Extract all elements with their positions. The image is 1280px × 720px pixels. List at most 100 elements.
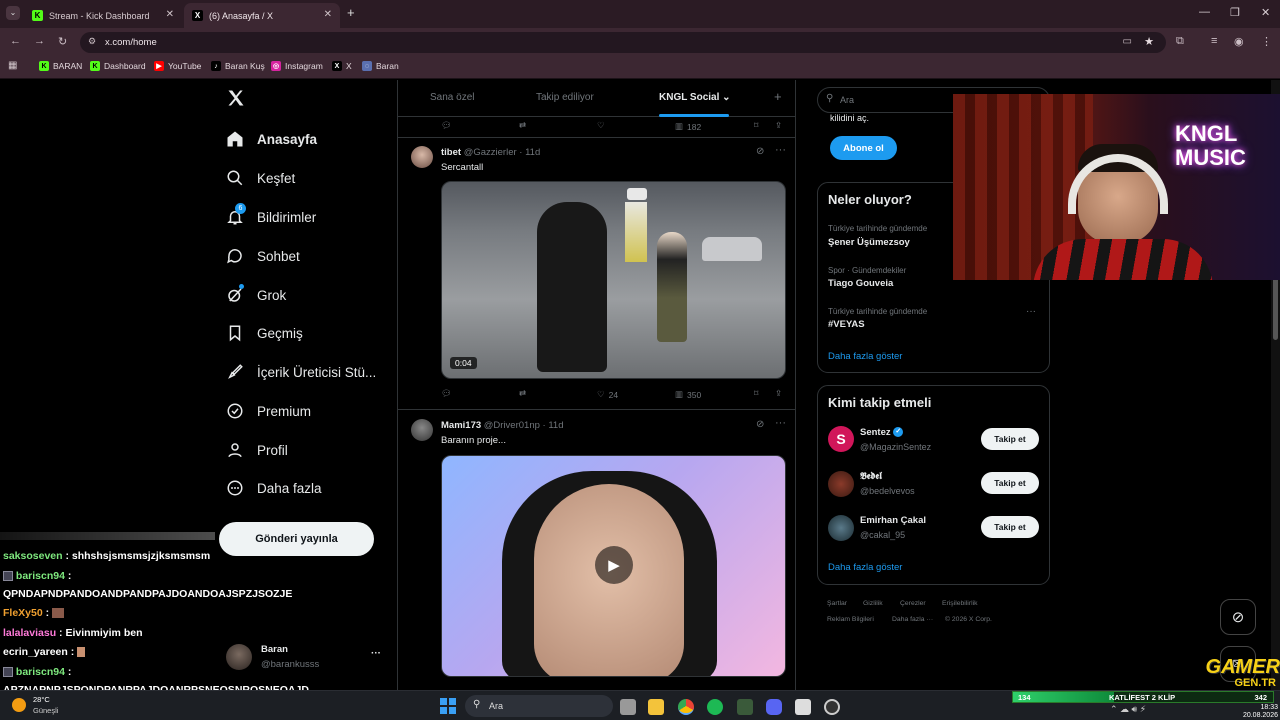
app-icon[interactable] <box>737 699 753 715</box>
sidebar-item-premium[interactable]: Premium <box>226 396 311 426</box>
add-tab-button[interactable]: + <box>774 89 782 104</box>
x-logo[interactable] <box>226 88 246 108</box>
suggestion-name[interactable]: Emirhan Çakal <box>860 515 926 526</box>
tab-for-you[interactable]: Sana özel <box>430 92 474 103</box>
share-icon[interactable]: ⇪ <box>775 120 782 131</box>
more-icon[interactable]: ··· <box>1026 306 1036 317</box>
tab-kick-dashboard[interactable]: K Stream - Kick Dashboard ✕ <box>24 3 182 28</box>
footer-link[interactable]: Daha fazla ··· <box>892 616 933 623</box>
follow-button[interactable]: Takip et <box>981 428 1039 450</box>
extensions-icon[interactable]: ⧉ <box>1176 35 1184 48</box>
sidebar-item-home[interactable]: Anasayfa <box>226 124 317 154</box>
grok-icon[interactable]: ⊘ <box>756 146 764 157</box>
url-input[interactable]: ⚙ x.com/home ▭ ★ <box>80 32 1166 53</box>
back-icon[interactable]: ← <box>10 35 21 47</box>
bookmark-icon[interactable]: ⌑ <box>754 120 758 131</box>
reply-icon[interactable]: 💬︎ <box>441 388 452 399</box>
bookmark-baran[interactable]: K BARAN <box>39 61 82 71</box>
bookmark-instagram[interactable]: ◎ Instagram <box>271 61 323 71</box>
tab-following[interactable]: Takip ediliyor <box>536 92 594 103</box>
views-count[interactable]: ▥ 350 <box>675 389 701 400</box>
avatar[interactable] <box>828 515 854 541</box>
trend-item[interactable]: Şener Üşümezsoy <box>828 237 910 248</box>
bookmark-icon[interactable]: ⌑ <box>754 388 758 399</box>
sidebar-item-notifications[interactable]: 6 Bildirimler <box>226 202 316 232</box>
post-author[interactable]: Mami173 @Driver01np · 11d <box>441 420 564 431</box>
show-more-link[interactable]: Daha fazla göster <box>828 562 902 573</box>
close-tab-icon[interactable]: ✕ <box>166 9 174 20</box>
avatar[interactable] <box>828 471 854 497</box>
maximize-button[interactable]: ❐ <box>1230 6 1240 19</box>
menu-icon[interactable]: ⋮ <box>1261 35 1272 48</box>
bookmark-dashboard[interactable]: K Dashboard <box>90 61 146 71</box>
more-icon[interactable]: ··· <box>775 144 786 156</box>
post-video[interactable]: ▶ <box>441 455 786 677</box>
close-tab-icon[interactable]: ✕ <box>324 9 332 20</box>
like-count[interactable]: ♡ 24 <box>597 389 618 400</box>
app-icon[interactable] <box>795 699 811 715</box>
tab-search-button[interactable]: ⌄ <box>6 6 20 20</box>
minimize-button[interactable]: — <box>1199 6 1210 18</box>
discord-icon[interactable] <box>766 699 782 715</box>
bookmark-baran-2[interactable]: ◌ Baran <box>362 61 399 71</box>
post[interactable]: tibet @Gazzierler · 11d ⊘ ··· Sercantall… <box>398 139 795 410</box>
file-explorer-icon[interactable] <box>648 699 664 715</box>
scrollbar-thumb[interactable] <box>1273 270 1278 340</box>
more-icon[interactable]: ··· <box>775 417 786 429</box>
footer-link[interactable]: Çerezler <box>900 600 926 607</box>
subscribe-button[interactable]: Abone ol <box>830 136 897 160</box>
system-tray[interactable]: ⌃ ☁ 🔊︎ ⚡︎ <box>1110 704 1220 718</box>
share-icon[interactable]: ⇪ <box>775 388 782 399</box>
reload-icon[interactable]: ↻ <box>58 35 67 48</box>
post-button[interactable]: Gönderi yayınla <box>219 522 374 556</box>
install-app-icon[interactable]: ▭ <box>1123 36 1132 47</box>
sidebar-item-bookmarks[interactable]: Geçmiş <box>226 318 303 348</box>
chrome-icon[interactable] <box>678 699 694 715</box>
account-switcher[interactable]: Baran @barankusss ··· <box>226 642 386 674</box>
tab-x-home[interactable]: X (6) Anasayfa / X ✕ <box>184 3 340 28</box>
tab-kngl-social[interactable]: KNGL Social ⌄ <box>659 92 731 103</box>
avatar[interactable] <box>411 419 433 441</box>
like-icon[interactable]: ♡ <box>597 120 605 131</box>
grok-floating-button[interactable]: ⊘ <box>1220 599 1256 635</box>
footer-link[interactable]: Erişilebilirlik <box>942 600 978 607</box>
post-author[interactable]: tibet @Gazzierler · 11d <box>441 147 540 158</box>
suggestion-name[interactable]: 𝕭𝖊𝖉𝖊𝖑 <box>860 471 882 482</box>
start-button[interactable] <box>440 698 456 714</box>
avatar[interactable]: S <box>828 426 854 452</box>
clock[interactable]: 18:33 20.08.2026 <box>1222 704 1278 720</box>
more-icon[interactable]: ··· <box>371 648 381 659</box>
follow-button[interactable]: Takip et <box>981 472 1039 494</box>
bookmark-tiktok[interactable]: ♪ Baran Kuş <box>211 61 265 71</box>
spotify-icon[interactable] <box>707 699 723 715</box>
bookmark-x[interactable]: XX <box>332 61 352 71</box>
views-count[interactable]: ▥ 182 <box>675 121 701 132</box>
grok-icon[interactable]: ⊘ <box>756 419 764 430</box>
bookmark-youtube[interactable]: ▶ YouTube <box>154 61 201 71</box>
sidebar-item-explore[interactable]: Keşfet <box>226 163 295 193</box>
sidebar-item-creator-studio[interactable]: İçerik Üreticisi Stü... <box>226 357 376 387</box>
sidebar-item-chat[interactable]: Sohbet <box>226 241 300 271</box>
sidebar-item-more[interactable]: Daha fazla <box>226 473 322 503</box>
media-icon[interactable]: ≡ <box>1211 35 1217 47</box>
star-icon[interactable]: ★ <box>1144 35 1154 48</box>
sidebar-item-grok[interactable]: Grok <box>226 280 286 310</box>
play-button[interactable]: ▶ <box>595 546 633 584</box>
footer-link[interactable]: Gizlilik <box>863 600 883 607</box>
post[interactable]: Mami173 @Driver01np · 11d ⊘ ··· Baranın … <box>398 411 795 690</box>
trend-item[interactable]: #VEYAS <box>828 319 865 330</box>
profile-icon[interactable]: ◉ <box>1234 35 1244 48</box>
apps-icon[interactable]: ▦ <box>8 60 17 71</box>
suggestion-name[interactable]: Sentez ✓ <box>860 427 904 438</box>
weather-widget[interactable]: 28°C Güneşli <box>12 695 82 717</box>
close-window-button[interactable]: ✕ <box>1261 6 1270 19</box>
show-more-link[interactable]: Daha fazla göster <box>828 351 902 362</box>
taskbar-search[interactable]: ⚲ Ara <box>465 695 613 717</box>
obs-icon[interactable] <box>824 699 840 715</box>
follow-button[interactable]: Takip et <box>981 516 1039 538</box>
repost-icon[interactable]: ⇄ <box>519 120 526 131</box>
avatar[interactable] <box>411 146 433 168</box>
post-video[interactable]: 0:04 <box>441 181 786 379</box>
footer-link[interactable]: Reklam Bilgileri <box>827 616 874 623</box>
repost-icon[interactable]: ⇄ <box>519 388 526 399</box>
